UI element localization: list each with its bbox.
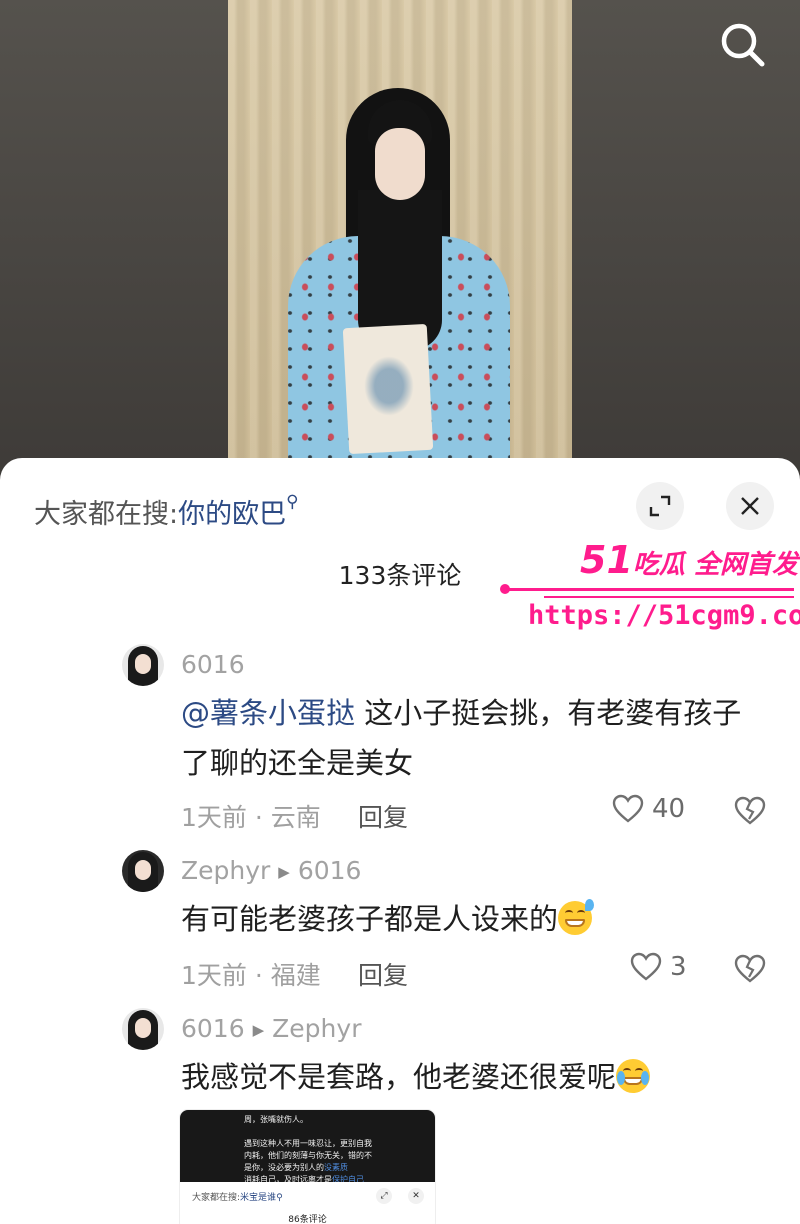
reply-author[interactable]: Zephyr bbox=[181, 856, 270, 885]
attachment-text: 周，张嘴就伤人。 遇到这种人不用一味忍让，更别自我内耗，他们的刻薄与你无关，错的… bbox=[244, 1115, 372, 1184]
attachment-close-icon: ✕ bbox=[408, 1188, 424, 1204]
grimace-sweat-emoji-icon bbox=[558, 899, 595, 935]
video-figure-face bbox=[375, 128, 425, 200]
play-arrow-icon: ▶ bbox=[278, 863, 290, 881]
comment-meta: 1天前 · 云南 bbox=[181, 803, 321, 832]
like-count: 40 bbox=[652, 794, 686, 824]
reply-button[interactable]: 回复 bbox=[358, 798, 408, 834]
reply-author[interactable]: 6016 bbox=[181, 1014, 245, 1043]
comment-mention[interactable]: @薯条小蛋挞 bbox=[181, 696, 355, 730]
attachment-screenshot: 周，张嘴就伤人。 遇到这种人不用一味忍让，更别自我内耗，他们的刻薄与你无关，错的… bbox=[180, 1110, 435, 1184]
trending-search[interactable]: 大家都在搜:你的欧巴⚲ bbox=[34, 492, 299, 531]
broken-heart-icon bbox=[734, 796, 766, 825]
comment-meta: 1天前 · 福建 bbox=[181, 961, 321, 990]
comment-sheet: 大家都在搜:你的欧巴⚲ 133条评论 51吃瓜 全网首发 https://51c… bbox=[0, 458, 800, 1224]
comment-text: 有可能老婆孩子都是人设来的 bbox=[181, 894, 781, 944]
dislike-button[interactable] bbox=[734, 954, 766, 988]
heart-icon bbox=[630, 952, 662, 981]
watermark-rule-2 bbox=[544, 596, 794, 598]
reply-target[interactable]: 6016 bbox=[298, 856, 362, 885]
avatar[interactable] bbox=[122, 1008, 164, 1050]
attachment-trending: 大家都在搜:米宝是谁⚲ bbox=[192, 1193, 283, 1203]
avatar[interactable] bbox=[122, 850, 164, 892]
like-button[interactable]: 3 bbox=[630, 952, 687, 982]
watermark-url: https://51cgm9.com bbox=[528, 600, 800, 631]
watermark-rule bbox=[504, 588, 794, 591]
comment-text: 我感觉不是套路，他老婆还很爱呢 bbox=[181, 1052, 781, 1102]
avatar[interactable] bbox=[122, 644, 164, 686]
like-button[interactable]: 40 bbox=[612, 794, 685, 824]
attachment-comment-count: 86条评论 bbox=[288, 1215, 327, 1224]
play-arrow-icon: ▶ bbox=[252, 1021, 265, 1039]
reply-target[interactable]: Zephyr bbox=[272, 1014, 361, 1043]
like-count: 3 bbox=[670, 952, 687, 982]
comment-image-attachment[interactable]: 周，张嘴就伤人。 遇到这种人不用一味忍让，更别自我内耗，他们的刻薄与你无关，错的… bbox=[180, 1110, 435, 1224]
watermark-line1: 51吃瓜 全网首发 bbox=[580, 538, 798, 582]
comment-username[interactable]: 6016 bbox=[181, 650, 245, 679]
dislike-button[interactable] bbox=[734, 796, 766, 830]
expand-button[interactable] bbox=[636, 482, 684, 530]
trending-term[interactable]: 你的欧巴 bbox=[178, 499, 286, 530]
comment-text: @薯条小蛋挞 这小子挺会挑，有老婆有孩子 了聊的还全是美女 bbox=[181, 696, 742, 780]
close-icon bbox=[741, 497, 759, 515]
trending-label: 大家都在搜: bbox=[34, 499, 179, 530]
trending-search-icon: ⚲ bbox=[286, 492, 299, 512]
attachment-comment-header: 大家都在搜:米宝是谁⚲ ⤢ ✕ 86条评论 bbox=[180, 1182, 435, 1224]
broken-heart-icon bbox=[734, 954, 766, 983]
heart-icon bbox=[612, 794, 644, 823]
search-icon[interactable] bbox=[716, 18, 770, 72]
reply-button[interactable]: 回复 bbox=[358, 956, 408, 992]
attachment-expand-icon: ⤢ bbox=[376, 1188, 392, 1204]
video-figure-book-print bbox=[364, 356, 414, 416]
video-frame[interactable] bbox=[228, 0, 572, 470]
comment-username: 6016 ▶ Zephyr bbox=[181, 1014, 361, 1043]
watermark: 51吃瓜 全网首发 https://51cgm9.com bbox=[500, 538, 800, 648]
expand-icon bbox=[649, 495, 671, 517]
tears-of-joy-emoji-icon bbox=[616, 1059, 651, 1093]
comment-username: Zephyr ▶ 6016 bbox=[181, 856, 361, 885]
close-button[interactable] bbox=[726, 482, 774, 530]
